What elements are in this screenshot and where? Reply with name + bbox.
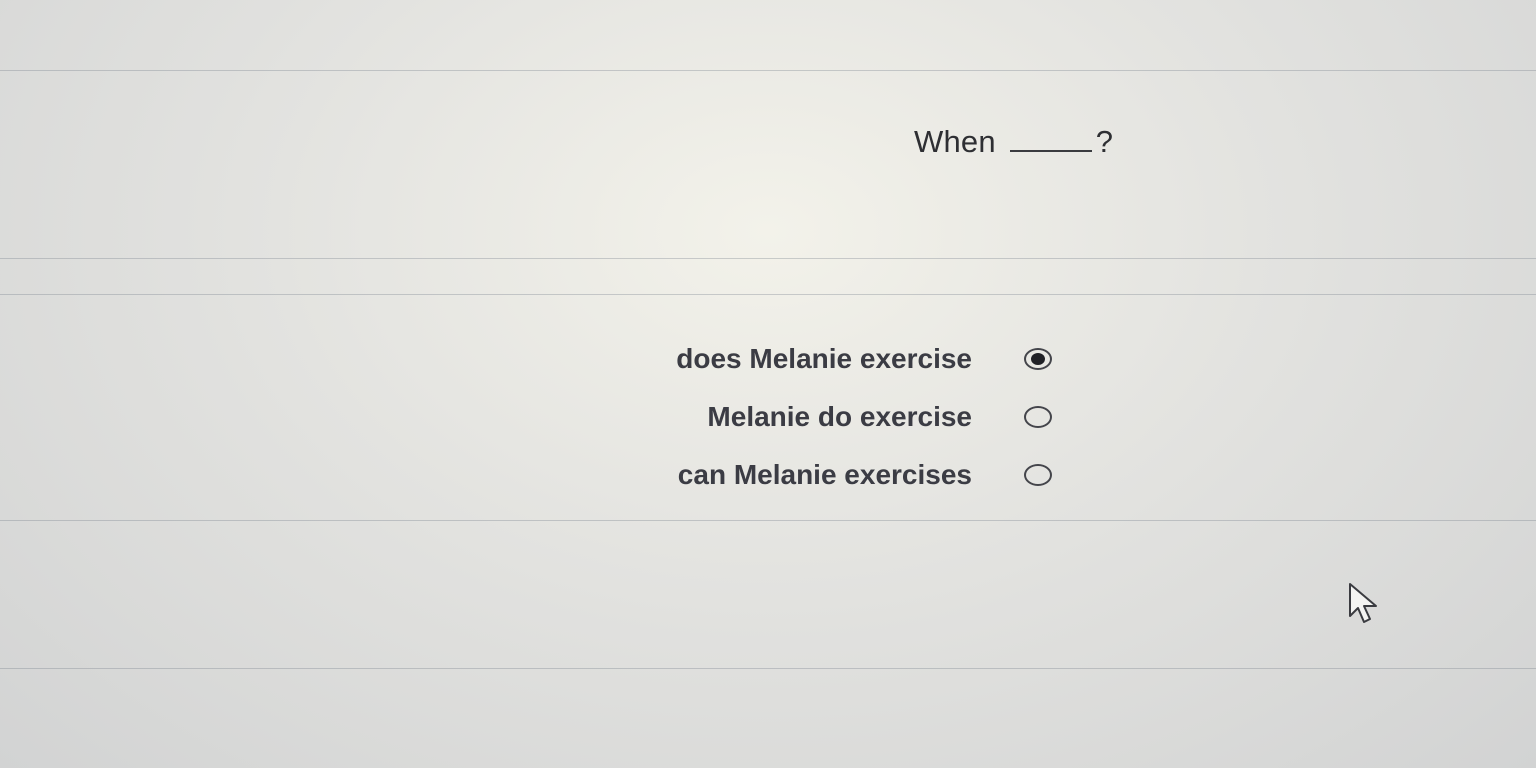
divider-line xyxy=(0,668,1536,669)
divider-line xyxy=(0,294,1536,295)
question-suffix: ? xyxy=(1095,124,1114,159)
divider-line xyxy=(0,258,1536,259)
answer-options: does Melanie exercise Melanie do exercis… xyxy=(600,330,1070,504)
option-label: Melanie do exercise xyxy=(707,401,972,432)
question-prompt: When? xyxy=(914,124,1113,160)
option-does-melanie-exercise[interactable]: does Melanie exercise xyxy=(600,330,1070,388)
radio-button[interactable] xyxy=(1024,464,1052,486)
option-can-melanie-exercises[interactable]: can Melanie exercises xyxy=(600,446,1070,504)
divider-line xyxy=(0,70,1536,71)
radio-button-selected[interactable] xyxy=(1024,348,1052,370)
answer-blank xyxy=(1009,124,1092,152)
option-label: does Melanie exercise xyxy=(676,343,972,374)
mouse-pointer-icon xyxy=(1349,583,1377,623)
radio-button[interactable] xyxy=(1024,406,1052,428)
option-melanie-do-exercise[interactable]: Melanie do exercise xyxy=(600,388,1070,446)
question-prefix: When xyxy=(914,124,996,159)
divider-line xyxy=(0,520,1536,521)
option-label: can Melanie exercises xyxy=(677,459,972,490)
